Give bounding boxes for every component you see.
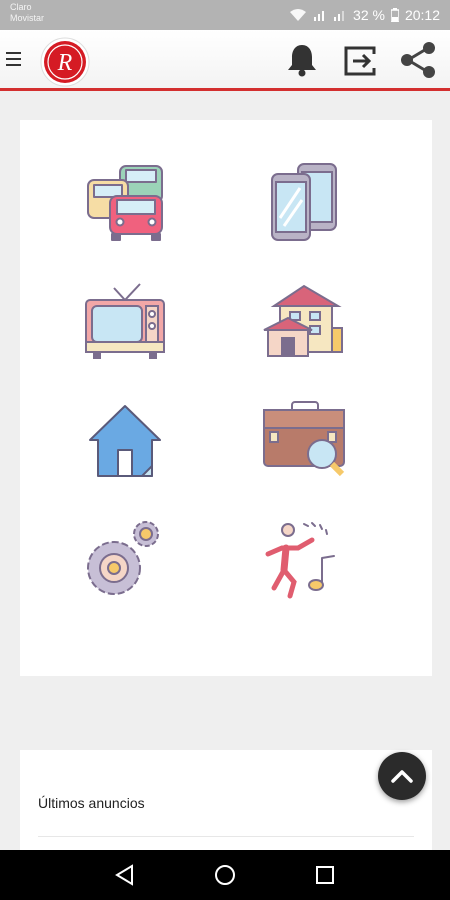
dance-music-icon: [265, 522, 335, 599]
buildings-icon: [263, 284, 343, 357]
home-icon[interactable]: [212, 862, 238, 888]
briefcase-search-icon: [263, 401, 345, 477]
category-jobs[interactable]: [260, 398, 350, 488]
status-bar: Claro Movistar 32 % 20:12: [0, 0, 450, 30]
scroll-top-button[interactable]: [378, 752, 426, 800]
app-logo[interactable]: R: [40, 37, 90, 87]
phones-icon: [271, 163, 337, 241]
category-electronics[interactable]: [80, 278, 170, 368]
chevron-up-icon: [391, 770, 413, 783]
wifi-icon: [290, 9, 307, 21]
category-vehicles[interactable]: [80, 158, 170, 248]
signal-icon: [314, 11, 325, 21]
logo-letter: R: [57, 50, 73, 76]
logout-icon[interactable]: [340, 40, 380, 80]
carrier-line-2: Movistar: [10, 13, 45, 23]
house-icon: [89, 405, 161, 477]
back-icon[interactable]: [112, 862, 138, 888]
category-phones[interactable]: [260, 158, 350, 248]
category-rentals[interactable]: [80, 398, 170, 488]
recents-icon[interactable]: [312, 862, 338, 888]
gears-icon: [87, 521, 159, 595]
battery-icon: [390, 8, 399, 22]
categories-card: [20, 120, 432, 676]
carrier-info: Claro Movistar: [10, 2, 44, 24]
carrier-line-1: Claro: [10, 2, 32, 12]
latest-ads-card: Últimos anuncios: [20, 750, 432, 860]
status-icons: 32 % 20:12: [289, 7, 440, 23]
menu-icon[interactable]: [6, 48, 28, 72]
app-toolbar: R: [0, 30, 450, 91]
battery-percent: 32 %: [353, 7, 385, 23]
latest-ads-title: Últimos anuncios: [38, 795, 145, 811]
cars-icon: [87, 165, 163, 241]
clock: 20:12: [404, 7, 440, 23]
divider: [38, 836, 414, 837]
category-services[interactable]: [80, 518, 170, 608]
bell-icon[interactable]: [282, 40, 322, 80]
system-nav-bar: [0, 850, 450, 900]
category-real-estate[interactable]: [260, 278, 350, 368]
tv-icon: [85, 283, 165, 359]
category-entertainment[interactable]: [260, 518, 350, 608]
signal-icon-2: [334, 11, 345, 21]
share-icon[interactable]: [398, 40, 438, 80]
